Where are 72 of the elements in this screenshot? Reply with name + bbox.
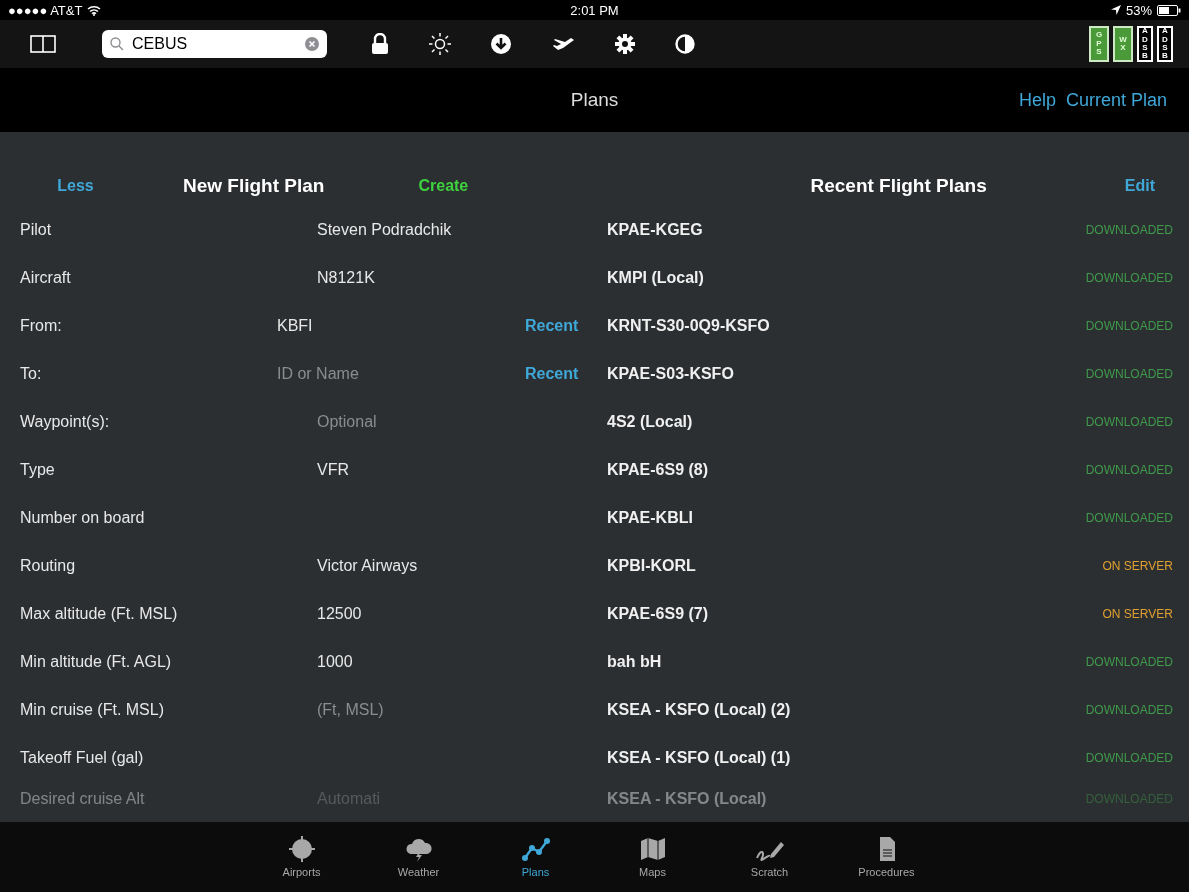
carrier-label: ●●●●● AT&T <box>8 2 83 18</box>
tab[interactable]: Weather <box>360 822 477 892</box>
wifi-icon <box>87 4 102 16</box>
route-icon <box>520 836 551 862</box>
split-view-icon[interactable] <box>30 35 56 53</box>
input-field[interactable]: KBFI <box>277 317 525 335</box>
location-arrow-icon <box>1110 5 1121 15</box>
plan-list-item[interactable]: KPAE-KBLI DOWNLOADED <box>595 494 1189 542</box>
field-label: Pilot <box>19 221 53 239</box>
plan-list-item[interactable]: bah bH DOWNLOADED <box>595 638 1189 686</box>
input-field[interactable]: 12500 <box>317 605 362 623</box>
field-label: Number on board <box>19 509 146 527</box>
nav-link[interactable]: Help <box>1018 89 1056 111</box>
section-title: Recent Flight Plans <box>810 175 987 197</box>
plan-list-item[interactable]: KPAE-6S9 (8) DOWNLOADED <box>595 446 1189 494</box>
device-status-badge[interactable]: ADSB <box>1157 26 1173 62</box>
contrast-icon[interactable] <box>675 34 695 54</box>
input-field[interactable]: (Ft, MSL) <box>317 701 384 719</box>
field-label: Routing <box>19 557 77 575</box>
settings-icon[interactable] <box>615 34 635 54</box>
input-field[interactable]: ID or Name <box>277 365 525 383</box>
download-icon[interactable] <box>491 34 511 54</box>
recent-link[interactable]: Recent <box>525 365 579 383</box>
battery-icon <box>1157 4 1181 16</box>
screen-title: Plans <box>570 89 619 111</box>
recent-link[interactable]: Recent <box>525 317 579 335</box>
input-field[interactable]: 1000 <box>317 653 353 671</box>
airplane-icon[interactable] <box>551 36 575 52</box>
field-label: Min cruise (Ft. MSL) <box>19 701 165 719</box>
clock-time: 2:01 PM <box>570 2 619 18</box>
plan-list-item[interactable]: KMPI (Local) DOWNLOADED <box>595 254 1189 302</box>
brightness-icon[interactable] <box>429 33 451 55</box>
field-label: Max altitude (Ft. MSL) <box>19 605 179 623</box>
plan-list-item[interactable]: 4S2 (Local) DOWNLOADED <box>595 398 1189 446</box>
input-field[interactable]: VFR <box>317 461 349 479</box>
search-icon <box>110 37 124 51</box>
input-field[interactable]: N8121K <box>317 269 375 287</box>
tab[interactable]: Scratch <box>711 822 828 892</box>
section-title: New Flight Plan <box>183 175 325 197</box>
nav-link[interactable]: Current Plan <box>1065 89 1167 111</box>
input-field[interactable]: Optional <box>317 413 377 431</box>
clear-icon[interactable] <box>305 37 319 51</box>
input-field[interactable]: Victor Airways <box>317 557 418 575</box>
tab[interactable]: Airports <box>243 822 360 892</box>
less-link[interactable]: Less <box>38 177 113 195</box>
tab[interactable]: Maps <box>594 822 711 892</box>
field-label: Waypoint(s): <box>19 413 111 431</box>
battery-percent: 53% <box>1125 2 1152 18</box>
tab[interactable]: Plans <box>477 822 594 892</box>
edit-link[interactable]: Edit <box>1124 177 1155 195</box>
storm-cloud-icon <box>403 836 434 862</box>
plan-list-item[interactable]: KSEA - KSFO (Local) (2) DOWNLOADED <box>595 686 1189 734</box>
field-label: Takeoff Fuel (gal) <box>19 749 145 767</box>
plan-list-item[interactable]: KRNT-S30-0Q9-KSFO DOWNLOADED <box>595 302 1189 350</box>
lock-icon[interactable] <box>371 33 389 55</box>
field-label: Min altitude (Ft. AGL) <box>19 653 173 671</box>
device-status-badge[interactable]: ADSB <box>1137 26 1153 62</box>
search-field[interactable]: CEBUS <box>102 30 327 58</box>
field-label: To: <box>19 365 43 383</box>
create-link[interactable]: Create <box>418 177 469 195</box>
field-label: Type <box>19 461 56 479</box>
tab[interactable]: Procedures <box>828 822 945 892</box>
plan-list-item[interactable]: KSEA - KSFO (Local) (1) DOWNLOADED <box>595 734 1189 782</box>
plan-list-item[interactable]: KPAE-KGEG DOWNLOADED <box>595 206 1189 254</box>
field-label: Desired cruise Alt <box>19 790 146 808</box>
field-label: Aircraft <box>19 269 72 287</box>
field-label: From: <box>19 317 63 335</box>
input-field[interactable]: Steven Podradchik <box>317 221 452 239</box>
crosshair-icon <box>286 836 317 862</box>
plan-list-item[interactable]: KPAE-6S9 (7) ON SERVER <box>595 590 1189 638</box>
plan-list-item[interactable]: KPAE-S03-KSFO DOWNLOADED <box>595 350 1189 398</box>
plan-list-item[interactable]: KPBI-KORL ON SERVER <box>595 542 1189 590</box>
